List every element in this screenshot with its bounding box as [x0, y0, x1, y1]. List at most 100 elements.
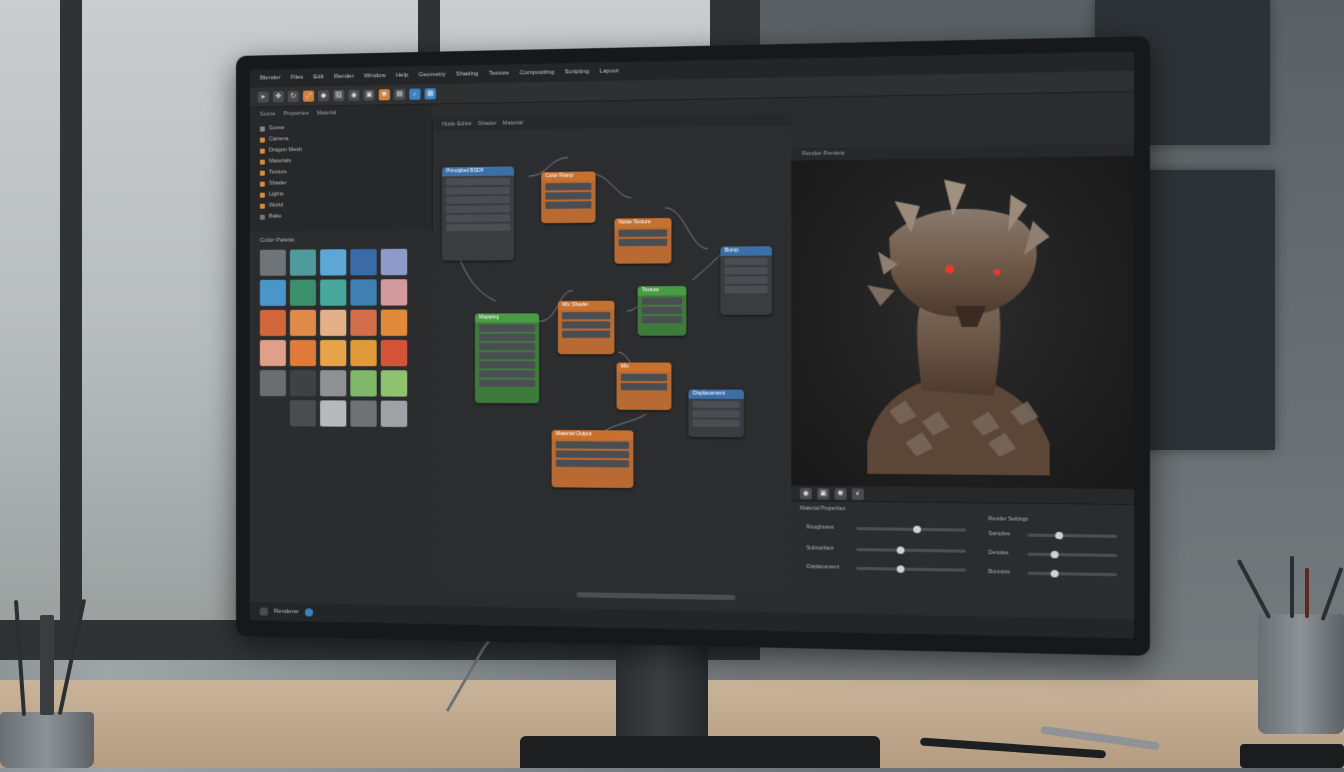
cursor-icon[interactable]: ▸: [257, 91, 269, 103]
node-socket-row[interactable]: [620, 383, 668, 391]
outliner-row[interactable]: Texture: [259, 165, 427, 177]
render-icon[interactable]: ▤: [393, 88, 406, 101]
light-icon[interactable]: ✺: [378, 89, 390, 101]
shader-node[interactable]: Displacement: [688, 389, 744, 438]
color-swatch[interactable]: [320, 279, 347, 306]
node-socket-row[interactable]: [479, 370, 535, 378]
node-socket-row[interactable]: [545, 201, 592, 209]
property-slider[interactable]: [856, 565, 967, 573]
shader-node[interactable]: Material Output: [551, 429, 634, 489]
node-socket-row[interactable]: [555, 441, 630, 449]
color-swatch[interactable]: [320, 309, 347, 336]
color-swatch[interactable]: [289, 400, 317, 427]
menu-item[interactable]: Shading: [456, 71, 479, 78]
property-slider[interactable]: [1027, 569, 1118, 578]
outliner-row[interactable]: Lights: [259, 188, 427, 200]
node-socket-row[interactable]: [555, 459, 630, 468]
node-socket-row[interactable]: [562, 330, 611, 338]
menu-item[interactable]: Compositing: [520, 70, 555, 77]
node-socket-row[interactable]: [618, 238, 668, 247]
node-socket-row[interactable]: [446, 177, 511, 186]
color-swatch[interactable]: [289, 339, 317, 367]
node-socket-row[interactable]: [545, 191, 592, 200]
node-socket-row[interactable]: [620, 373, 668, 382]
grid-icon[interactable]: ▦: [424, 88, 436, 100]
node-title[interactable]: Mix Shader: [557, 300, 615, 311]
node-socket-row[interactable]: [479, 333, 535, 341]
camera-icon[interactable]: ▣: [817, 487, 830, 500]
shader-node[interactable]: Mapping: [474, 313, 540, 404]
menu-item[interactable]: Geometry: [419, 72, 446, 79]
menu-item[interactable]: Window: [364, 73, 386, 79]
property-slider[interactable]: [856, 546, 967, 554]
menu-item[interactable]: Texture: [489, 70, 509, 77]
menu-item[interactable]: Layout: [600, 68, 619, 75]
color-swatch[interactable]: [320, 249, 347, 276]
tab-properties[interactable]: Properties: [284, 111, 309, 117]
node-socket-row[interactable]: [641, 316, 683, 324]
node-socket-row[interactable]: [446, 223, 511, 232]
link-icon[interactable]: ⛓: [333, 89, 345, 102]
node-socket-row[interactable]: [724, 257, 768, 266]
color-swatch[interactable]: [320, 370, 347, 397]
node-icon[interactable]: ◆: [318, 90, 330, 102]
node-socket-row[interactable]: [692, 410, 740, 418]
tab-scene[interactable]: Scene: [260, 111, 276, 117]
slider-knob[interactable]: [1055, 531, 1064, 540]
view-icon[interactable]: ◉: [348, 89, 360, 101]
render-icon[interactable]: ◉: [799, 487, 812, 499]
outliner-row[interactable]: World: [259, 199, 427, 211]
node-title[interactable]: Noise Texture: [614, 217, 672, 228]
node-socket-row[interactable]: [724, 285, 768, 294]
color-swatch[interactable]: [259, 249, 286, 276]
outliner-row[interactable]: Bake: [259, 210, 427, 222]
scale-icon[interactable]: ⤢: [302, 90, 315, 102]
node-editor-scrollbar[interactable]: [576, 592, 736, 601]
tab-material[interactable]: Material: [317, 110, 337, 116]
color-swatch[interactable]: [289, 370, 317, 397]
node-socket-row[interactable]: [479, 324, 535, 332]
node-title[interactable]: Mix: [616, 362, 672, 372]
menu-item[interactable]: Blender: [260, 75, 281, 81]
node-socket-row[interactable]: [562, 321, 611, 329]
color-swatch[interactable]: [380, 400, 408, 428]
menu-item[interactable]: Help: [396, 73, 409, 79]
slider-knob[interactable]: [1050, 550, 1059, 559]
node-socket-row[interactable]: [724, 266, 768, 275]
node-socket-row[interactable]: [479, 342, 535, 351]
color-swatch[interactable]: [289, 249, 317, 276]
node-title[interactable]: Displacement: [688, 389, 744, 399]
color-swatch[interactable]: [320, 400, 347, 427]
color-swatch[interactable]: [380, 279, 408, 306]
shader-node[interactable]: Mix: [616, 362, 672, 411]
color-swatch[interactable]: [350, 400, 377, 427]
node-socket-row[interactable]: [641, 297, 683, 305]
color-swatch[interactable]: [320, 339, 347, 367]
shader-node[interactable]: Noise Texture: [614, 217, 672, 264]
node-title[interactable]: Color Ramp: [541, 171, 596, 182]
color-swatch[interactable]: [380, 370, 408, 397]
color-swatch[interactable]: [350, 339, 377, 367]
shader-node[interactable]: Bump: [720, 246, 772, 315]
shader-node[interactable]: Color Ramp: [541, 171, 596, 224]
node-socket-row[interactable]: [641, 306, 683, 315]
rotate-icon[interactable]: ↻: [287, 90, 299, 103]
color-swatch[interactable]: [259, 370, 286, 397]
node-title[interactable]: Principled BSDF: [442, 166, 515, 177]
node-title[interactable]: Texture: [637, 286, 687, 296]
node-socket-row[interactable]: [479, 352, 535, 360]
node-socket-row[interactable]: [479, 361, 535, 369]
node-title[interactable]: Material Output: [551, 429, 634, 440]
color-swatch[interactable]: [350, 248, 377, 276]
node-socket-row[interactable]: [555, 450, 630, 459]
property-slider[interactable]: [1027, 531, 1118, 540]
light-icon[interactable]: ✺: [834, 487, 847, 500]
camera-icon[interactable]: ▣: [363, 89, 375, 101]
slider-knob[interactable]: [896, 546, 905, 554]
slider-knob[interactable]: [1050, 569, 1059, 578]
node-socket-row[interactable]: [446, 186, 511, 195]
node-socket-row[interactable]: [446, 195, 511, 204]
color-swatch[interactable]: [350, 309, 377, 336]
node-socket-row[interactable]: [618, 229, 668, 237]
render-viewport[interactable]: [791, 155, 1135, 490]
